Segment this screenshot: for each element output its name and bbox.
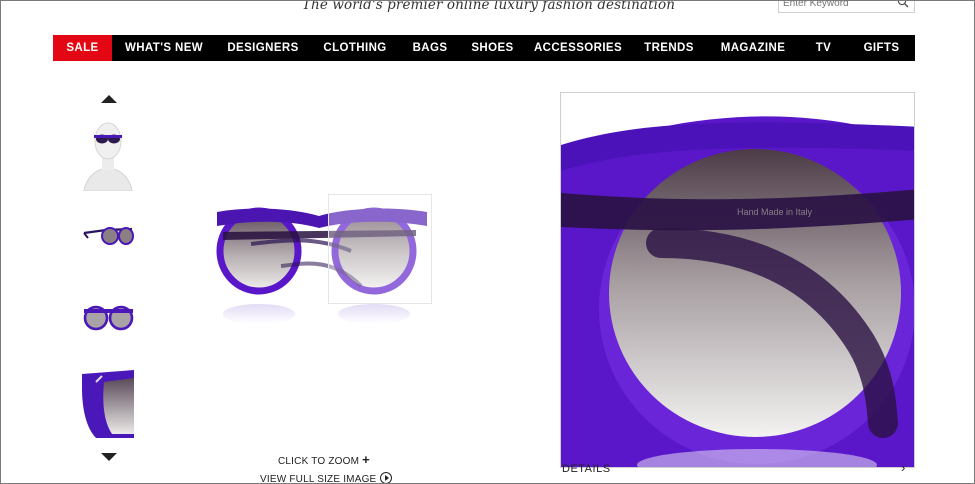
nav-item-bags[interactable]: BAGS	[400, 35, 460, 61]
click-to-zoom-link[interactable]: CLICK TO ZOOM +	[278, 452, 370, 467]
play-circle-icon	[380, 472, 393, 483]
thumbnails-down-arrow-icon[interactable]	[101, 453, 117, 461]
model-wearing-sunglasses-image	[82, 113, 134, 191]
nav-item-designers[interactable]: DESIGNERS	[216, 35, 310, 61]
zoomed-image-panel: Hand Made in Italy	[560, 92, 915, 468]
nav-item-trends[interactable]: TRENDS	[631, 35, 707, 61]
nav-item-clothing[interactable]: CLOTHING	[310, 35, 400, 61]
main-navigation: SALE WHAT'S NEW DESIGNERS CLOTHING BAGS …	[53, 35, 915, 61]
thumbnail-detail[interactable]	[82, 368, 134, 438]
thumbnail-side-view[interactable]	[82, 223, 134, 247]
thumbnail-front-view[interactable]	[82, 304, 134, 332]
nav-item-shoes[interactable]: SHOES	[460, 35, 525, 61]
zoomed-sunglasses-image: Hand Made in Italy	[561, 93, 914, 467]
nav-item-whats-new[interactable]: WHAT'S NEW	[112, 35, 216, 61]
page-frame: The world's premier online luxury fashio…	[0, 0, 975, 484]
nav-item-accessories[interactable]: ACCESSORIES	[525, 35, 631, 61]
nav-item-magazine[interactable]: MAGAZINE	[707, 35, 799, 61]
search-input[interactable]	[783, 1, 893, 10]
chevron-right-icon[interactable]: ›	[901, 460, 905, 475]
details-toggle-label[interactable]: DETAILS	[562, 463, 611, 475]
nav-item-tv[interactable]: TV	[799, 35, 848, 61]
search-icon[interactable]	[897, 0, 909, 8]
thumbnail-model[interactable]	[82, 113, 134, 191]
nav-item-sale[interactable]: SALE	[53, 35, 112, 61]
sunglasses-detail-image	[82, 370, 134, 438]
view-full-size-link[interactable]: VIEW FULL SIZE IMAGE	[260, 472, 393, 484]
sunglasses-front-view-image	[83, 305, 134, 331]
zoom-lens-selector[interactable]	[328, 194, 432, 304]
temple-engraving-text: Hand Made in Italy	[737, 207, 813, 217]
search-box[interactable]	[778, 0, 915, 13]
plus-icon: +	[362, 452, 370, 467]
view-full-size-label: VIEW FULL SIZE IMAGE	[260, 474, 377, 484]
sunglasses-side-view-image	[83, 227, 134, 245]
click-to-zoom-label: CLICK TO ZOOM	[278, 456, 360, 467]
nav-item-gifts[interactable]: GIFTS	[848, 35, 915, 61]
thumbnails-up-arrow-icon[interactable]	[101, 95, 117, 103]
